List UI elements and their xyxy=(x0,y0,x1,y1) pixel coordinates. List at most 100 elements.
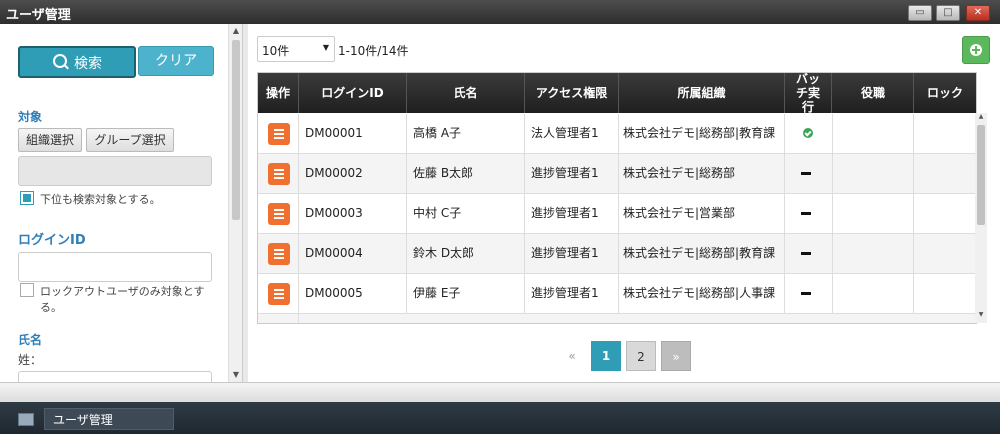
batch-cell xyxy=(785,274,833,313)
search-button[interactable]: 検索 xyxy=(18,46,136,78)
pagination-page-1[interactable]: 1 xyxy=(591,341,621,371)
col-name[interactable]: 氏名 xyxy=(407,73,525,113)
clear-button[interactable]: クリア xyxy=(138,46,214,76)
search-panel-scrollbar[interactable]: ▲ ▼ xyxy=(228,24,243,382)
name-cell: 伊藤 E子 xyxy=(407,274,525,313)
dash-icon xyxy=(801,252,811,255)
login-id-cell: DM00005 xyxy=(299,274,407,313)
scroll-up-icon[interactable]: ▲ xyxy=(229,26,243,35)
col-access[interactable]: アクセス権限 xyxy=(525,73,619,113)
dash-icon xyxy=(801,212,811,215)
name-cell: 高橋 A子 xyxy=(407,114,525,153)
name-cell: 佐藤 B太郎 xyxy=(407,154,525,193)
window-icon xyxy=(18,413,34,426)
surname-input[interactable] xyxy=(18,371,212,382)
per-page-select[interactable]: 10件 ▼ xyxy=(257,36,335,62)
lockout-only-checkbox[interactable] xyxy=(20,283,34,297)
position-cell xyxy=(833,234,914,273)
user-table: 操作 ログインID 氏名 アクセス権限 所属組織 バッチ実行 役職 ロック DM… xyxy=(257,72,977,324)
lockout-only-label-line2: る。 xyxy=(40,301,62,314)
pagination-prev[interactable]: « xyxy=(557,341,587,371)
access-cell: 進捗管理者1 xyxy=(525,234,619,273)
taskbar-tab[interactable]: ユーザ管理 xyxy=(44,408,174,430)
org-select-button[interactable]: 組織選択 xyxy=(18,128,82,152)
col-login-id[interactable]: ログインID xyxy=(299,73,407,113)
menu-icon xyxy=(274,169,284,171)
table-row[interactable]: DM00003 中村 C子 進捗管理者1 株式会社デモ|営業部 xyxy=(258,194,976,234)
per-page-value: 10件 xyxy=(262,44,290,58)
search-icon xyxy=(53,54,67,68)
operation-menu-button[interactable] xyxy=(268,163,290,185)
lock-cell xyxy=(914,154,976,193)
search-button-label: 検索 xyxy=(74,56,102,72)
scroll-up-icon[interactable]: ▲ xyxy=(975,113,987,120)
results-panel: 10件 ▼ 1-10件/14件 操作 ログインID 氏名 アクセス権限 所属組織… xyxy=(248,24,1000,382)
include-lower-checkbox[interactable] xyxy=(20,191,34,205)
name-cell: 鈴木 D太郎 xyxy=(407,234,525,273)
operation-menu-button[interactable] xyxy=(268,323,290,324)
access-cell: 進捗管理者1 xyxy=(525,154,619,193)
target-selection-field xyxy=(18,156,212,186)
org-cell: 株式会社デモ|総務部|教育課 xyxy=(619,114,785,153)
search-panel: 検索 クリア 対象 組織選択 グループ選択 下位も検索対象とする。 ログインID… xyxy=(0,24,228,382)
login-id-input[interactable] xyxy=(18,252,212,282)
login-id-cell: DM00002 xyxy=(299,154,407,193)
batch-cell xyxy=(785,194,833,233)
table-row[interactable]: DM00005 伊藤 E子 進捗管理者1 株式会社デモ|総務部|人事課 xyxy=(258,274,976,314)
col-batch[interactable]: バッチ実行 xyxy=(785,73,832,114)
org-cell: 株式会社デモ|総務部|教育課 xyxy=(619,234,785,273)
minimize-icon[interactable]: ▭ xyxy=(908,5,932,21)
scroll-thumb[interactable] xyxy=(232,40,240,220)
table-row[interactable]: DM00004 鈴木 D太郎 進捗管理者1 株式会社デモ|総務部|教育課 xyxy=(258,234,976,274)
window-title: ユーザ管理 xyxy=(6,8,71,23)
operation-menu-button[interactable] xyxy=(268,283,290,305)
pagination-page-2[interactable]: 2 xyxy=(626,341,656,371)
col-position[interactable]: 役職 xyxy=(833,73,914,113)
scroll-down-icon[interactable]: ▼ xyxy=(975,311,987,318)
menu-icon xyxy=(274,249,284,251)
table-row[interactable]: DM00001 高橋 A子 法人管理者1 株式会社デモ|総務部|教育課 xyxy=(258,114,976,154)
org-cell: 株式会社デモ|営業部 xyxy=(619,194,785,233)
table-scrollbar[interactable]: ▲ ▼ xyxy=(975,113,987,323)
close-icon[interactable]: ✕ xyxy=(966,5,990,21)
scroll-thumb[interactable] xyxy=(977,125,985,225)
org-cell: 株式会社デモ|総務部|人事課 xyxy=(619,274,785,313)
table-row[interactable]: DM00002 佐藤 B太郎 進捗管理者1 株式会社デモ|総務部 xyxy=(258,154,976,194)
access-cell: 法人管理者1 xyxy=(525,114,619,153)
table-row-partial[interactable] xyxy=(258,314,976,324)
dash-icon xyxy=(801,172,811,175)
dash-icon xyxy=(801,292,811,295)
col-operation[interactable]: 操作 xyxy=(258,73,299,113)
position-cell xyxy=(833,194,914,233)
lock-cell xyxy=(914,194,976,233)
position-cell xyxy=(833,154,914,193)
operation-cell xyxy=(258,194,299,233)
operation-menu-button[interactable] xyxy=(268,243,290,265)
plus-circle-icon xyxy=(970,44,982,56)
group-select-button[interactable]: グループ選択 xyxy=(86,128,174,152)
pagination-next[interactable]: » xyxy=(661,341,691,371)
access-cell: 進捗管理者1 xyxy=(525,274,619,313)
maximize-icon[interactable]: □ xyxy=(936,5,960,21)
scroll-down-icon[interactable]: ▼ xyxy=(229,370,243,379)
operation-cell xyxy=(258,234,299,273)
menu-icon xyxy=(274,209,284,211)
taskbar: ユーザ管理 xyxy=(0,402,1000,434)
result-range: 1-10件/14件 xyxy=(338,44,409,58)
operation-menu-button[interactable] xyxy=(268,203,290,225)
access-cell: 進捗管理者1 xyxy=(525,194,619,233)
check-circle-icon xyxy=(803,128,813,138)
menu-icon xyxy=(274,129,284,131)
position-cell xyxy=(833,274,914,313)
status-bar xyxy=(0,382,1000,403)
chevron-down-icon: ▼ xyxy=(322,43,329,52)
operation-menu-button[interactable] xyxy=(268,123,290,145)
name-heading: 氏名 xyxy=(18,333,43,347)
add-user-button[interactable] xyxy=(962,36,990,64)
col-org[interactable]: 所属組織 xyxy=(619,73,785,113)
lockout-only-label-line1: ロックアウトユーザのみ対象とす xyxy=(40,285,205,298)
operation-cell xyxy=(258,114,299,153)
position-cell xyxy=(833,114,914,153)
login-id-heading: ログインID xyxy=(18,233,86,248)
col-lock[interactable]: ロック xyxy=(914,73,976,113)
